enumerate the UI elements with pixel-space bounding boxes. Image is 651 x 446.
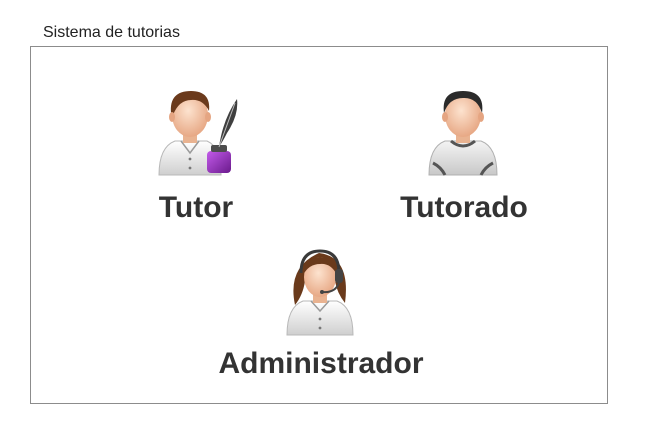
administrador-label: Administrador [218, 347, 424, 380]
admin-headset-icon [286, 249, 354, 336]
tutorado-role-option[interactable]: Tutorado [389, 85, 539, 223]
administrador-role-option[interactable]: Administrador [201, 247, 441, 379]
fieldset-title: Sistema de tutorias [43, 24, 180, 41]
student-icon [428, 91, 498, 176]
tutorado-label: Tutorado [400, 191, 528, 224]
role-selection-panel: Tutor Tutorado Administrador [30, 46, 608, 404]
tutor-label: Tutor [158, 191, 234, 224]
tutor-role-option[interactable]: Tutor [121, 85, 271, 223]
tutor-icon [158, 91, 238, 176]
